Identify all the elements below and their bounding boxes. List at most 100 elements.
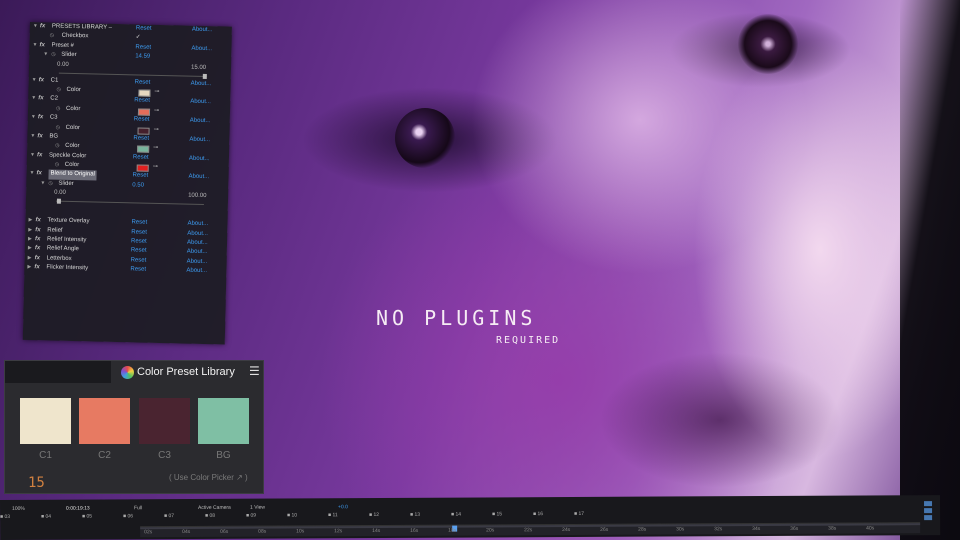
- about-link[interactable]: About...: [187, 220, 208, 230]
- slider-thumb[interactable]: [56, 198, 61, 204]
- effect-name[interactable]: Letterbox: [47, 254, 72, 264]
- about-link[interactable]: About...: [192, 26, 213, 36]
- reset-link[interactable]: Reset: [131, 219, 147, 229]
- eyedropper-icon[interactable]: ⊸: [153, 144, 158, 154]
- twirl-closed-icon[interactable]: ▶: [27, 263, 31, 272]
- about-link[interactable]: About...: [191, 44, 212, 54]
- views-dropdown[interactable]: 1 View: [250, 505, 265, 511]
- twirl-open-icon[interactable]: ▼: [30, 151, 35, 161]
- preset-swatch-c2[interactable]: [79, 398, 130, 444]
- about-link[interactable]: About...: [189, 136, 210, 146]
- reset-link[interactable]: Reset: [133, 134, 149, 144]
- stopwatch-icon[interactable]: ◷: [48, 179, 53, 189]
- about-link[interactable]: About...: [187, 239, 208, 249]
- about-link[interactable]: About...: [191, 79, 212, 89]
- fx-icon[interactable]: fx: [38, 95, 44, 105]
- about-link[interactable]: About...: [187, 229, 208, 239]
- fx-icon[interactable]: fx: [37, 151, 43, 161]
- color-swatch[interactable]: [137, 145, 150, 154]
- twirl-open-icon[interactable]: ▼: [29, 169, 34, 179]
- fx-icon[interactable]: fx: [35, 254, 41, 264]
- twirl-open-icon[interactable]: ▼: [32, 76, 37, 86]
- time-ruler[interactable]: 02s 04s 06s 08s 10s 12s 14s 16s 18s 20s 22s 24s 26s 2…: [140, 522, 921, 538]
- reset-link[interactable]: Reset: [136, 24, 152, 34]
- fx-icon[interactable]: fx: [39, 76, 45, 86]
- preset-swatch-bg[interactable]: [198, 398, 249, 444]
- checkbox[interactable]: ✓: [136, 34, 141, 44]
- reset-link[interactable]: Reset: [131, 247, 147, 257]
- about-link[interactable]: About...: [190, 117, 211, 127]
- property-value[interactable]: 14.59: [135, 53, 150, 63]
- eyedropper-icon[interactable]: ⊸: [153, 125, 159, 135]
- color-swatch[interactable]: [136, 164, 149, 172]
- reset-link[interactable]: Reset: [135, 43, 151, 53]
- reset-link[interactable]: Reset: [131, 237, 147, 247]
- zoom-dropdown[interactable]: 100%: [12, 506, 25, 512]
- comp-marker[interactable]: ■ 04: [41, 514, 51, 520]
- reset-link[interactable]: Reset: [131, 256, 147, 266]
- reset-link[interactable]: Reset: [133, 153, 149, 163]
- twirl-closed-icon[interactable]: ▶: [28, 254, 32, 263]
- fx-icon[interactable]: fx: [37, 132, 43, 142]
- effect-name[interactable]: BG: [49, 132, 58, 142]
- twirl-open-icon[interactable]: ▼: [31, 94, 36, 104]
- panel-menu-icon[interactable]: ☰: [249, 364, 260, 378]
- slider-thumb[interactable]: [202, 73, 207, 79]
- fx-icon[interactable]: fx: [38, 113, 44, 123]
- color-swatch[interactable]: [138, 89, 151, 97]
- twirl-open-icon[interactable]: ▼: [30, 132, 35, 142]
- stopwatch-icon[interactable]: ◷: [55, 161, 60, 171]
- comp-marker[interactable]: ■ 06: [123, 513, 133, 519]
- comp-marker[interactable]: ■ 09: [246, 513, 256, 519]
- reset-link[interactable]: Reset: [130, 266, 146, 276]
- comp-marker[interactable]: ■ 13: [410, 512, 420, 518]
- color-swatch[interactable]: [137, 108, 151, 116]
- fx-icon[interactable]: fx: [35, 245, 41, 255]
- stopwatch-icon[interactable]: ◷: [55, 123, 61, 133]
- reset-link[interactable]: Reset: [135, 78, 151, 88]
- comp-marker[interactable]: ■ 11: [328, 512, 338, 518]
- twirl-open-icon[interactable]: ▼: [43, 50, 48, 60]
- exposure-value[interactable]: +0.0: [338, 504, 348, 510]
- comp-marker[interactable]: ■ 03: [0, 514, 10, 520]
- fx-icon[interactable]: fx: [35, 235, 41, 245]
- twirl-closed-icon[interactable]: ▶: [28, 244, 32, 253]
- effect-name[interactable]: C3: [50, 114, 58, 124]
- about-link[interactable]: About...: [186, 267, 207, 277]
- reset-link[interactable]: Reset: [134, 116, 150, 126]
- twirl-closed-icon[interactable]: ▶: [28, 226, 32, 235]
- fx-icon[interactable]: fx: [35, 226, 41, 236]
- eyedropper-icon[interactable]: ⊸: [154, 88, 159, 98]
- camera-dropdown[interactable]: Active Camera: [198, 505, 231, 511]
- panel-icon[interactable]: [924, 515, 933, 521]
- stopwatch-icon[interactable]: ◷: [56, 86, 61, 96]
- resolution-dropdown[interactable]: Full: [134, 505, 142, 511]
- panel-icon[interactable]: [924, 501, 933, 507]
- reset-link[interactable]: Reset: [134, 97, 150, 107]
- stopwatch-icon[interactable]: ◷: [55, 142, 60, 152]
- comp-marker[interactable]: ■ 05: [82, 514, 92, 520]
- comp-marker[interactable]: ■ 12: [369, 512, 379, 518]
- effect-name[interactable]: C2: [50, 95, 58, 105]
- twirl-open-icon[interactable]: ▼: [40, 179, 45, 189]
- panel-tab-empty[interactable]: [5, 361, 111, 383]
- comp-marker[interactable]: ■ 10: [287, 512, 297, 518]
- twirl-closed-icon[interactable]: ▶: [28, 216, 32, 225]
- comp-marker[interactable]: ■ 08: [205, 513, 215, 519]
- effect-name[interactable]: Relief: [47, 226, 63, 236]
- panel-icon[interactable]: [924, 508, 933, 514]
- comp-marker[interactable]: ■ 15: [492, 511, 502, 517]
- stopwatch-icon[interactable]: ◷: [51, 51, 56, 61]
- eyedropper-icon[interactable]: ⊸: [154, 107, 159, 117]
- color-swatch[interactable]: [137, 126, 150, 135]
- fx-icon[interactable]: fx: [35, 216, 41, 226]
- about-link[interactable]: About...: [186, 257, 208, 267]
- stopwatch-icon[interactable]: ◷: [56, 104, 61, 114]
- twirl-closed-icon[interactable]: ▶: [28, 235, 32, 244]
- twirl-open-icon[interactable]: ▼: [31, 113, 36, 123]
- fx-icon[interactable]: fx: [39, 41, 45, 51]
- stopwatch-icon[interactable]: ◷: [50, 32, 55, 42]
- reset-link[interactable]: Reset: [132, 172, 148, 182]
- effect-name[interactable]: Preset #: [51, 41, 74, 51]
- effect-name[interactable]: Flicker Intensity: [46, 264, 88, 274]
